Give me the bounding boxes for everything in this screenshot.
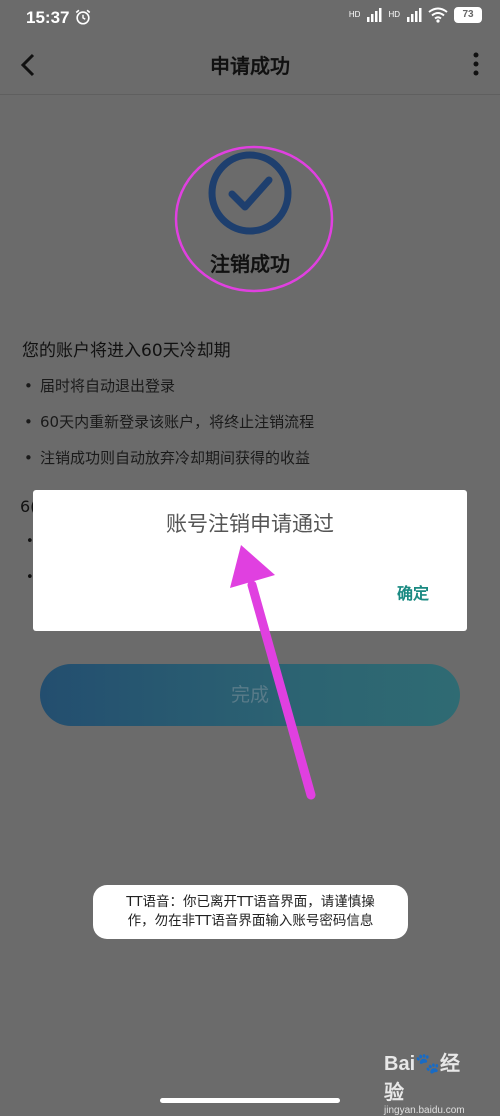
dialog-message: 账号注销申请通过 xyxy=(166,512,334,536)
info-item-text: 注销成功则自动放弃冷却期间获得的收益 xyxy=(40,449,311,467)
status-icons: HD HD 73 xyxy=(349,7,482,23)
status-bar: 15:37 HD HD 73 xyxy=(0,0,500,36)
watermark-logo: Bai🐾经验 xyxy=(384,1053,461,1104)
home-indicator[interactable] xyxy=(160,1098,340,1103)
bullet: • xyxy=(24,449,33,467)
hd-tag: HD xyxy=(388,10,400,19)
nav-bar: 申请成功 xyxy=(0,36,500,95)
more-button[interactable] xyxy=(466,50,486,78)
page-title: 申请成功 xyxy=(210,54,290,78)
bullet: • xyxy=(24,377,33,395)
battery-icon: 73 xyxy=(454,7,482,23)
annotation-ellipse xyxy=(174,145,334,293)
info-item: • 60天内重新登录该账户，将终止注销流程 xyxy=(24,411,314,432)
info-title: 您的账户将进入60天冷却期 xyxy=(22,341,231,361)
wifi-icon xyxy=(428,7,448,23)
info-item-text: 60天内重新登录该账户，将终止注销流程 xyxy=(40,413,315,431)
status-time: 15:37 xyxy=(26,8,70,27)
toast-message: TT语音：你已离开TT语音界面，请谨慎操 作，勿在非TT语音界面输入账号密码信息 xyxy=(93,885,408,939)
alarm-icon xyxy=(75,9,91,25)
toast-line: 作，勿在非TT语音界面输入账号密码信息 xyxy=(127,913,374,929)
info-item: • 届时将自动退出登录 xyxy=(24,375,175,396)
info-item: • 注销成功则自动放弃冷却期间获得的收益 xyxy=(24,447,310,468)
confirm-button[interactable]: 确定 xyxy=(397,580,429,604)
bullet: • xyxy=(24,413,33,431)
done-button[interactable]: 完成 xyxy=(40,664,460,726)
info-item-text: 届时将自动退出登录 xyxy=(40,377,176,395)
hd-tag: HD xyxy=(348,10,361,19)
signal-icon xyxy=(367,8,382,22)
confirm-dialog: 账号注销申请通过 确定 xyxy=(33,490,467,631)
toast-line: TT语音：你已离开TT语音界面，请谨慎操 xyxy=(126,894,375,910)
signal-icon xyxy=(407,8,422,22)
watermark: Bai🐾经验 jingyan.baidu.com xyxy=(384,1047,474,1116)
